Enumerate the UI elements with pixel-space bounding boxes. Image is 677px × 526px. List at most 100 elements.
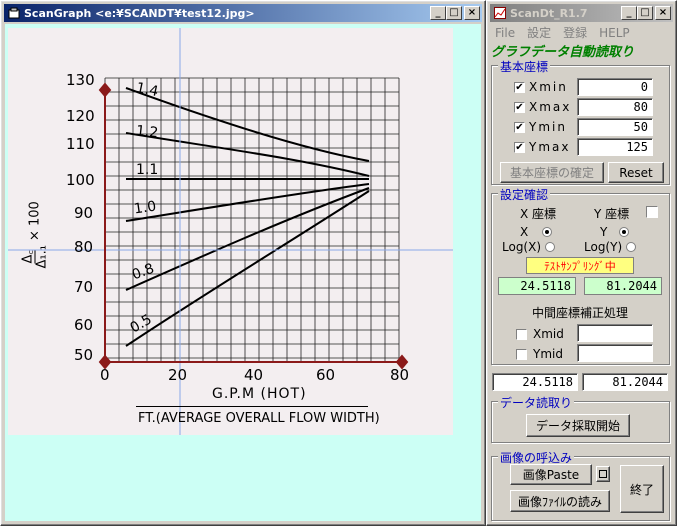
ymid-label: Ymid <box>533 347 563 361</box>
ymin-label: Ymin <box>529 120 567 134</box>
scangraph-window: ScanGraph <e:¥SCANDT¥test12.jpg> _ □ × 0… <box>0 0 486 526</box>
x-axis-divider <box>136 406 368 407</box>
x-tick-label: 40 <box>244 366 264 384</box>
y-tick-label: 60 <box>74 316 94 334</box>
ymin-field[interactable]: 50 <box>577 118 653 136</box>
data-read-group: データ読取り データ採取開始 <box>491 394 670 443</box>
xmid-checkbox[interactable] <box>516 328 527 340</box>
window-title: ScanGraph <e:¥SCANDT¥test12.jpg> <box>24 6 255 20</box>
app-icon <box>8 7 20 19</box>
y-linear-radio[interactable] <box>619 227 630 237</box>
reset-button[interactable]: Reset <box>608 162 664 183</box>
x-linear-radio[interactable] <box>542 227 553 237</box>
group-label: 基本座標 <box>498 58 551 75</box>
sample-y-value: 81.2044 <box>584 277 662 295</box>
scangraph-titlebar[interactable]: ScanGraph <e:¥SCANDT¥test12.jpg> _ □ × <box>4 4 482 22</box>
menu-file[interactable]: File <box>495 26 515 40</box>
xmax-checkbox[interactable]: ✔ <box>514 101 525 113</box>
curve-1-4 <box>125 87 370 162</box>
start-data-capture-button[interactable]: データ採取開始 <box>526 414 630 437</box>
x-tick-label: 0 <box>100 366 110 384</box>
y-label-denominator: Δ₁.₁ <box>34 245 50 269</box>
y-tick-label: 110 <box>66 135 95 153</box>
settings-group: 設定確認 X 座標 Y 座標 X Y Log(X) Log(Y) ﾃｽﾄｻﾝﾌﾟ… <box>491 186 670 365</box>
y-tick-label: 80 <box>74 238 94 256</box>
exit-button[interactable]: 終了 <box>620 465 664 513</box>
menu-help[interactable]: HELP <box>599 26 630 40</box>
scan-canvas[interactable]: 0 20 40 60 80 130 120 110 100 90 80 70 6… <box>5 24 481 521</box>
y-linear-row: Y <box>600 225 630 239</box>
xmax-field[interactable]: 80 <box>577 98 653 116</box>
cursor-x-readout: 24.5118 <box>492 373 578 391</box>
x-axis-label: G.P.M (HOT) <box>212 386 307 402</box>
x-tick-label: 80 <box>390 366 410 384</box>
minimize-button[interactable]: _ <box>621 6 637 20</box>
x-coord-label: X 座標 <box>520 207 557 221</box>
ymid-checkbox[interactable] <box>516 348 527 360</box>
y-tick-label: 90 <box>74 204 94 222</box>
xmid-row: Xmid <box>516 327 564 341</box>
curve-label: 1.2 <box>135 122 160 142</box>
ymax-row: ✔ Ymax <box>514 140 570 154</box>
maximize-button[interactable]: □ <box>637 6 653 20</box>
scandt-titlebar[interactable]: ScanDt_R1.7 _ □ × <box>490 4 673 22</box>
maximize-button[interactable]: □ <box>446 6 462 20</box>
y-tick-label: 120 <box>66 107 95 125</box>
xmid-label: Xmid <box>533 327 564 341</box>
paste-option-button[interactable] <box>596 466 610 482</box>
group-label: 設定確認 <box>498 186 551 203</box>
close-button[interactable]: × <box>655 6 671 20</box>
ymid-row: Ymid <box>516 347 563 361</box>
xmin-checkbox[interactable]: ✔ <box>514 81 525 93</box>
xmin-label: Xmin <box>529 80 568 94</box>
x-log-label: Log(X) <box>502 240 542 254</box>
group-label: データ読取り <box>498 394 575 411</box>
curve-label: 1.0 <box>132 198 158 218</box>
y-label-suffix: × 100 <box>27 201 43 242</box>
y-coord-label: Y 座標 <box>594 207 630 221</box>
x-log-radio[interactable] <box>545 242 556 252</box>
y-label-numerator: Δ꜀ <box>20 250 36 264</box>
chart-icon <box>494 7 506 19</box>
mid-correction-label: 中間座標補正処理 <box>532 306 629 320</box>
ymin-row: ✔ Ymin <box>514 120 567 134</box>
scanned-graph-image[interactable]: 0 20 40 60 80 130 120 110 100 90 80 70 6… <box>8 28 453 435</box>
menu-settings[interactable]: 設定 <box>527 24 551 41</box>
x-linear-row: X <box>520 225 553 239</box>
xmin-row: ✔ Xmin <box>514 80 568 94</box>
xmax-row: ✔ Xmax <box>514 100 571 114</box>
ymid-field[interactable] <box>577 344 653 362</box>
x-tick-label: 20 <box>168 366 188 384</box>
ymax-field[interactable]: 125 <box>577 138 653 156</box>
y-linear-label: Y <box>600 225 608 239</box>
y-tick-label: 130 <box>66 71 95 89</box>
ymin-checkbox[interactable]: ✔ <box>514 121 525 133</box>
ymax-checkbox[interactable]: ✔ <box>514 141 525 153</box>
square-icon <box>599 470 607 478</box>
curve-label: 1.1 <box>136 162 159 178</box>
cursor-y-readout: 81.2044 <box>582 373 668 391</box>
load-image-file-button[interactable]: 画像ﾌｧｲﾙの読み <box>510 490 610 512</box>
close-button[interactable]: × <box>464 6 480 20</box>
y-log-radio[interactable] <box>626 242 637 252</box>
xmin-field[interactable]: 0 <box>577 78 653 96</box>
sample-x-value: 24.5118 <box>498 277 576 295</box>
menu-register[interactable]: 登録 <box>563 24 587 41</box>
ymax-label: Ymax <box>529 140 571 154</box>
y-log-label: Log(Y) <box>584 240 623 254</box>
paste-image-button[interactable]: 画像Paste <box>510 464 592 485</box>
confirm-base-coords-button[interactable]: 基本座標の確定 <box>500 162 604 183</box>
y-coord-checkbox[interactable] <box>646 206 658 218</box>
y-log-row: Log(Y) <box>584 240 637 254</box>
minimize-button[interactable]: _ <box>430 6 446 20</box>
image-load-group: 画像の呼込み 画像Paste 画像ﾌｧｲﾙの読み 終了 <box>491 449 670 521</box>
base-coords-group: 基本座標 ✔ Xmin 0 ✔ Xmax 80 ✔ Ymin 50 ✔ Ymax… <box>491 58 670 185</box>
y-tick-label: 70 <box>74 278 94 296</box>
scandt-window: ScanDt_R1.7 _ □ × File 設定 登録 HELP グラフデータ… <box>486 0 677 526</box>
y-axis-label: Δ꜀ Δ₁.₁ × 100 <box>20 159 50 269</box>
xmid-field[interactable] <box>577 324 653 342</box>
x-tick-label: 60 <box>316 366 336 384</box>
footnote: FT.(AVERAGE OVERALL FLOW WIDTH) <box>138 411 380 426</box>
xmax-label: Xmax <box>529 100 572 114</box>
y-tick-label: 100 <box>66 171 95 189</box>
